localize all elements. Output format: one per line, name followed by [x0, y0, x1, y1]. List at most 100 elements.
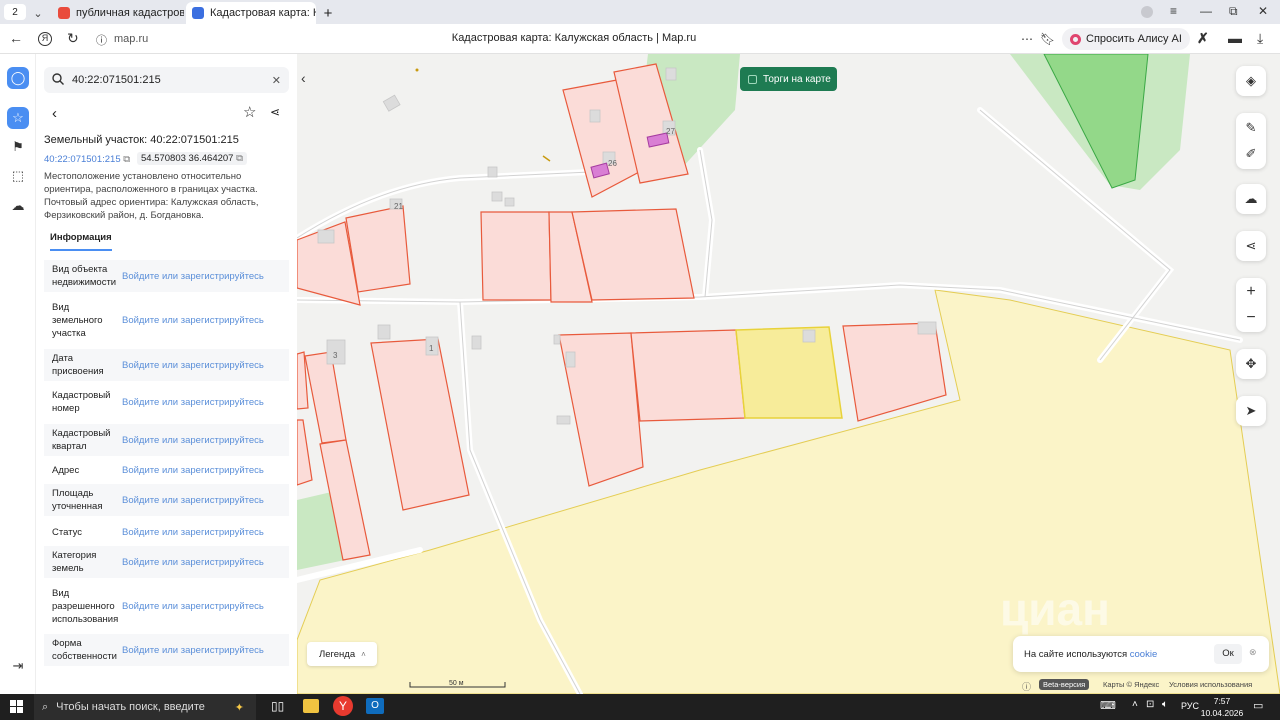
tab-label: Информация [50, 232, 112, 243]
edit-icon[interactable]: ✐ [1246, 146, 1257, 162]
address-bar: ← Я ↻ ⓘ map.ru Кадастровая карта: Калужс… [0, 24, 1280, 54]
cloud-icon[interactable]: ☁ [7, 195, 29, 217]
parcel[interactable] [630, 329, 746, 422]
tab-public-cadastral[interactable]: публичная кадастровая к ✕ [52, 2, 184, 24]
area-select-icon[interactable]: ⬚ [7, 165, 29, 187]
parcel[interactable] [571, 208, 695, 301]
star-icon[interactable]: ☆ [243, 103, 256, 121]
cookie-ok-button[interactable]: Ок [1214, 644, 1242, 664]
torgi-toggle[interactable]: Торги на карте [740, 67, 837, 91]
parcel-number: 21 [394, 202, 403, 211]
more-icon[interactable]: ⋯ [1021, 32, 1033, 46]
parcel-3[interactable] [304, 351, 347, 444]
share-icon[interactable]: ⋖ [1236, 231, 1266, 261]
parcel[interactable] [842, 322, 947, 422]
parcel-21[interactable] [345, 205, 411, 293]
info-row: Площадь уточненная Войдите или зарегистри… [44, 484, 289, 516]
back-icon[interactable]: ‹ [52, 105, 57, 122]
favorites-icon[interactable]: ☆ [7, 107, 29, 129]
login-link[interactable]: Войдите или зарегистрируйтесь [122, 271, 264, 282]
menu-icon[interactable]: ≡ [1170, 4, 1177, 18]
checkbox-icon[interactable] [748, 74, 757, 84]
geolocation-icon[interactable]: ➤ [1236, 396, 1266, 426]
login-link[interactable]: Войдите или зарегистрируйтесь [122, 645, 264, 656]
login-link[interactable]: Войдите или зарегистрируйтесь [122, 495, 264, 506]
clock[interactable]: 7:57 10.04.2026 [1200, 695, 1244, 719]
tab-title: публичная кадастровая к [76, 7, 184, 19]
download-icon[interactable]: ⤓ [1257, 30, 1263, 47]
search-input[interactable] [72, 74, 272, 86]
parcel-number: 26 [608, 159, 617, 168]
share-icon[interactable]: ⋖ [270, 105, 280, 119]
parcel-1[interactable] [370, 338, 470, 511]
tab-title: Кадастровая карта: Ка [210, 7, 316, 19]
legend-button[interactable]: Легенда ˄ [307, 642, 377, 666]
new-tab-button[interactable]: + [318, 2, 338, 24]
layers-icon[interactable]: ◈ [1236, 66, 1266, 96]
file-explorer-icon[interactable] [303, 699, 319, 713]
alice-icon [1070, 33, 1081, 45]
login-link[interactable]: Войдите или зарегистрируйтесь [122, 315, 264, 326]
extensions-icon[interactable]: ✗ [1197, 30, 1209, 47]
collapse-panel-icon[interactable]: ‹ [301, 70, 306, 86]
row-label: Кадастровый номер [52, 390, 111, 414]
tabs-dropdown-icon[interactable]: ⌄ [28, 2, 48, 24]
parcel[interactable] [480, 211, 552, 301]
login-link[interactable]: Войдите или зарегистрируйтесь [122, 557, 264, 568]
cadastral-number-link[interactable]: 40:22:071501:215 ⧉ [44, 154, 130, 165]
restore-icon[interactable]: ⧉ [1229, 4, 1238, 19]
page-title: Кадастровая карта: Калужская область | M… [451, 32, 697, 44]
close-icon[interactable]: ⊗ [1249, 647, 1257, 658]
login-link[interactable]: Войдите или зарегистрируйтесь [122, 360, 264, 371]
coordinates-chip[interactable]: 54.570803 36.464207 ⧉ [137, 152, 247, 165]
login-link[interactable]: Войдите или зарегистрируйтесь [122, 527, 264, 538]
cadastral-map[interactable]: 27 26 21 3 1 циан Торги на карте ‹ Леген… [297, 54, 1280, 694]
search-box[interactable]: ✕ [44, 67, 289, 93]
ruler-icon[interactable]: ✎ [1246, 120, 1257, 136]
row-label: Площадь уточненная [52, 488, 103, 512]
login-link[interactable]: Войдите или зарегистрируйтесь [122, 465, 264, 476]
login-link[interactable]: Войдите или зарегистрируйтесь [122, 397, 264, 408]
outlook-icon[interactable]: O [366, 698, 384, 714]
copy-icon[interactable]: ⧉ [236, 153, 243, 164]
profile-avatar[interactable] [1141, 6, 1153, 18]
volume-icon[interactable]: 🔈︎ [1162, 699, 1168, 710]
map-canvas[interactable]: 27 26 21 3 1 циан [297, 54, 1280, 694]
app-logo-icon[interactable]: ◯ [7, 67, 29, 89]
start-icon[interactable] [10, 700, 23, 713]
yandex-browser-icon[interactable]: Y [333, 696, 353, 716]
selected-parcel[interactable] [735, 326, 843, 419]
zoom-out-icon[interactable]: − [1246, 309, 1255, 327]
clear-search-icon[interactable]: ✕ [272, 74, 281, 87]
login-icon[interactable]: ⇥ [7, 655, 29, 677]
cookie-link[interactable]: cookie [1130, 649, 1157, 660]
pan-icon[interactable]: ✥ [1236, 349, 1266, 379]
terms-link[interactable]: Условия использования [1169, 680, 1252, 689]
forest-parcel[interactable] [1043, 54, 1149, 189]
login-link[interactable]: Войдите или зарегистрируйтесь [122, 435, 264, 446]
language-indicator[interactable]: РУС [1181, 701, 1199, 711]
login-link[interactable]: Войдите или зарегистрируйтесь [122, 601, 264, 612]
copy-icon[interactable]: ⧉ [123, 154, 130, 165]
window-close-icon[interactable]: ✕ [1258, 4, 1268, 18]
copyright-text: Карты © Яндекс [1103, 680, 1160, 689]
downloads-icon[interactable]: ▬ [1228, 30, 1242, 46]
network-icon[interactable]: ⊡ [1146, 699, 1154, 710]
taskbar-search[interactable]: ⌕ Чтобы начать поиск, введите ✦ [34, 694, 256, 720]
keyboard-icon[interactable]: ⌨ [1100, 699, 1116, 712]
tab-information[interactable]: Информация [50, 232, 112, 251]
bookmark-icon[interactable]: 🔖︎ [1040, 32, 1055, 46]
tab-counter[interactable]: 2 [4, 4, 26, 20]
ask-alice-button[interactable]: Спросить Алису AI [1062, 28, 1190, 50]
zoom-in-icon[interactable]: + [1246, 283, 1255, 301]
tray-chevron-icon[interactable]: ˄ [1132, 699, 1138, 710]
task-view-icon[interactable]: ▯▯ [271, 699, 284, 713]
tab-cadastral-map[interactable]: Кадастровая карта: Ка ✕ [186, 2, 316, 24]
row-label: Статус [52, 526, 83, 538]
info-icon[interactable]: ⓘ [1022, 680, 1031, 693]
notifications-icon[interactable]: ▭ [1253, 699, 1263, 712]
flag-icon[interactable]: ⚑ [7, 136, 29, 158]
parcel[interactable] [297, 419, 313, 486]
minimize-icon[interactable]: — [1200, 4, 1212, 18]
upload-icon[interactable]: ☁ [1236, 184, 1266, 214]
